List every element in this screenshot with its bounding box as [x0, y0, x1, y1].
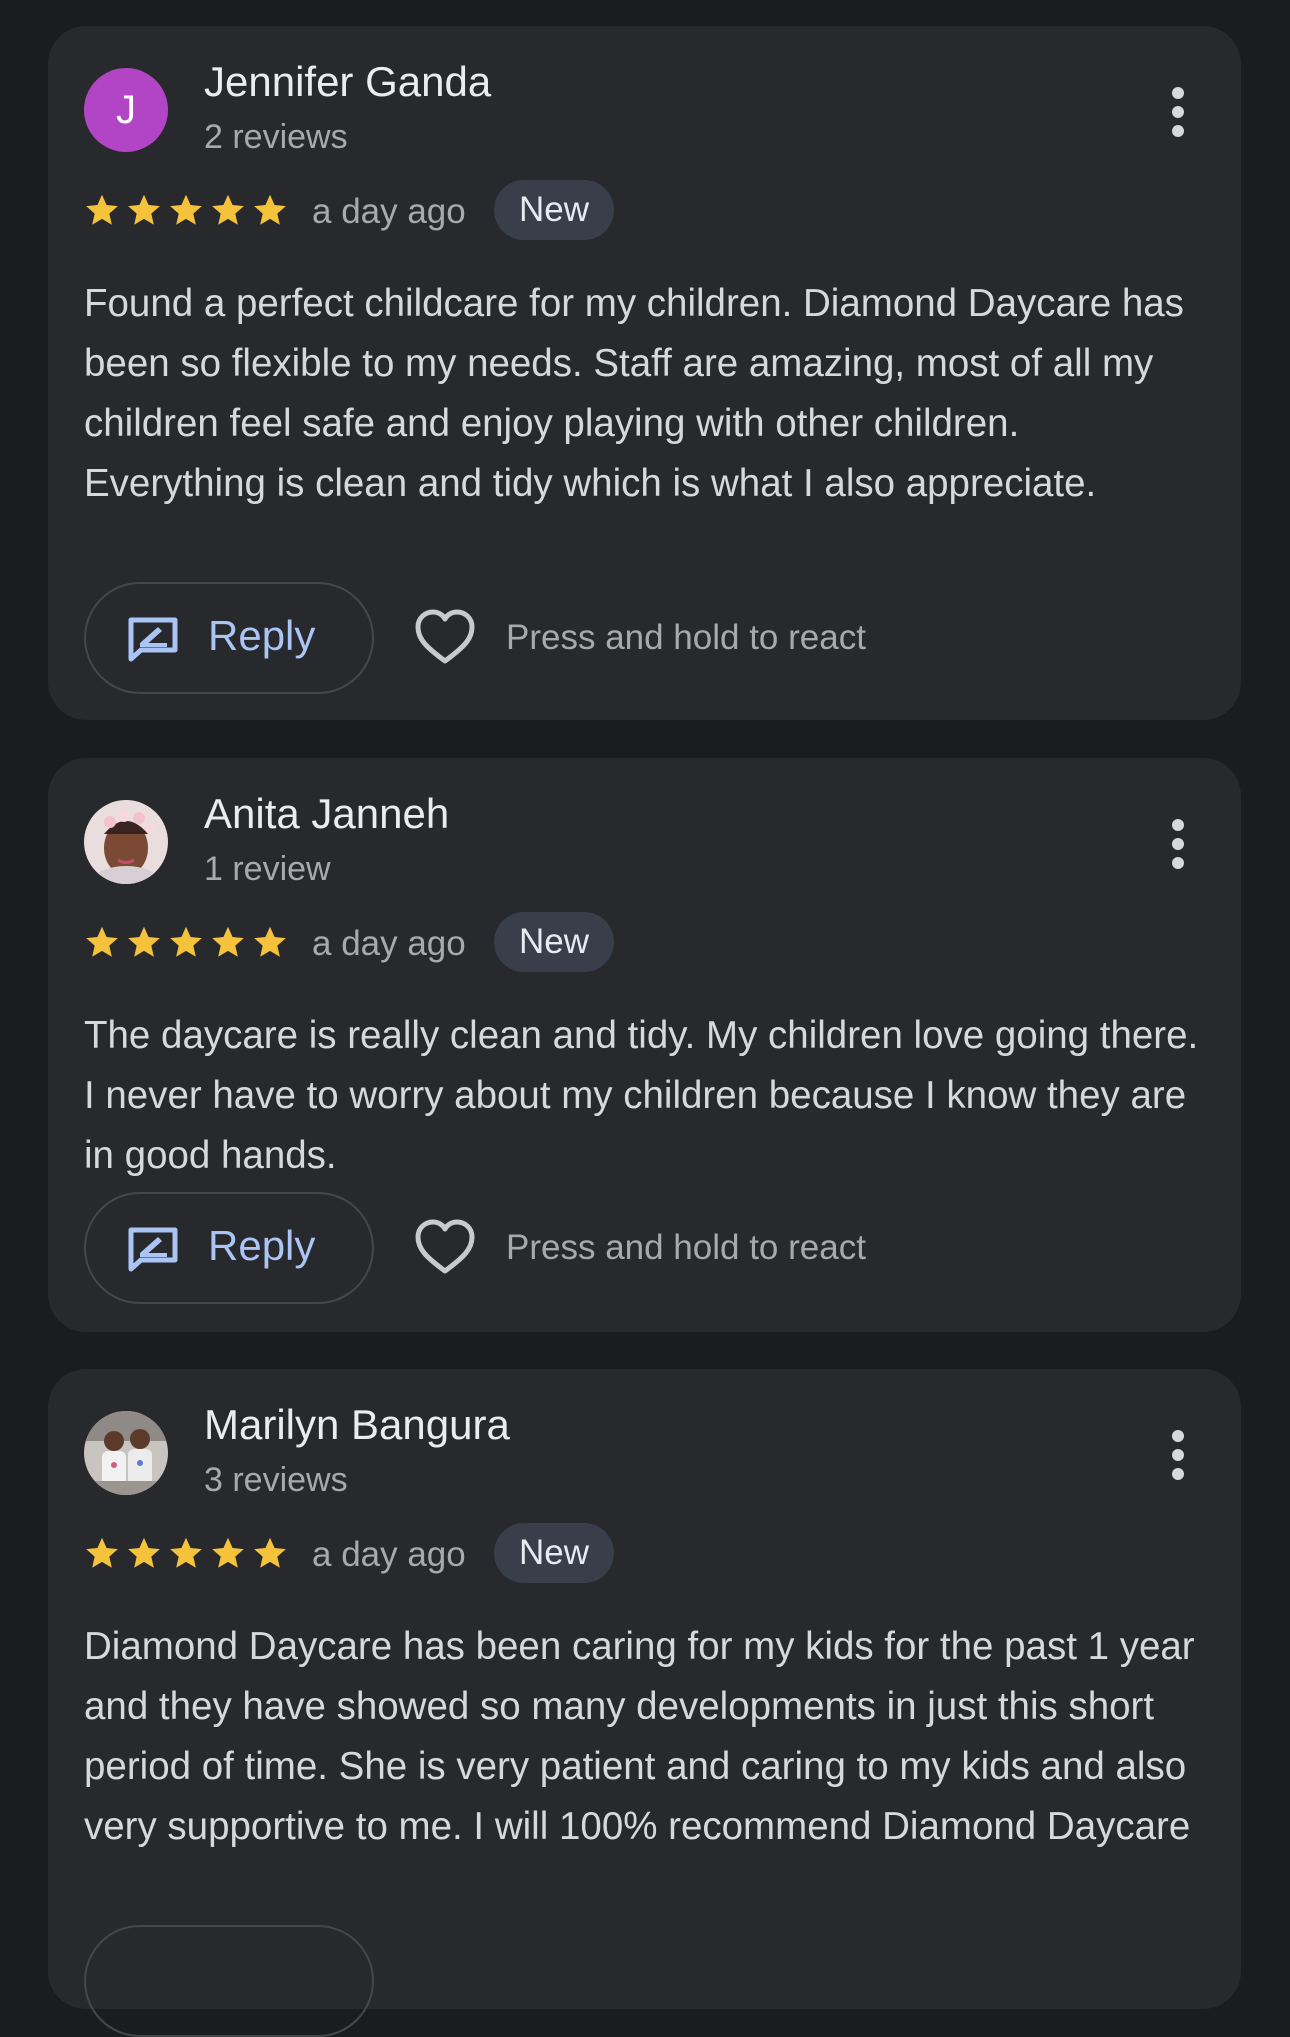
more-vert-icon[interactable]	[1171, 86, 1185, 138]
new-badge: New	[494, 1523, 615, 1583]
review-time: a day ago	[312, 1535, 466, 1574]
new-badge: New	[494, 180, 615, 240]
new-badge: New	[494, 912, 615, 972]
react-hint: Press and hold to react	[506, 1228, 866, 1267]
avatar[interactable]	[84, 800, 168, 884]
reviewer-name[interactable]: Marilyn Bangura	[204, 1401, 510, 1449]
star-rating	[84, 921, 290, 963]
review-card: Marilyn Bangura 3 reviews a day ago New …	[48, 1369, 1241, 2037]
review-time: a day ago	[312, 924, 466, 963]
review-card: Anita Janneh 1 review a day ago New The …	[48, 758, 1241, 1332]
heart-outline-icon[interactable]	[414, 609, 476, 665]
review-count: 3 reviews	[204, 1461, 348, 1499]
review-count: 1 review	[204, 850, 331, 888]
review-card: J Jennifer Ganda 2 reviews a day ago New…	[48, 26, 1241, 720]
more-vert-icon[interactable]	[1171, 1429, 1185, 1481]
reply-message-icon	[127, 616, 179, 662]
heart-outline-icon[interactable]	[414, 1219, 476, 1275]
reviewer-name[interactable]: Jennifer Ganda	[204, 58, 491, 106]
reply-label: Reply	[208, 612, 316, 659]
avatar[interactable]: J	[84, 68, 168, 152]
reply-button[interactable]: Reply	[84, 582, 374, 694]
review-text: The daycare is really clean and tidy. My…	[84, 1014, 1199, 1177]
reply-label: Reply	[208, 1222, 316, 1269]
reviewer-name[interactable]: Anita Janneh	[204, 790, 449, 838]
reply-button[interactable]: Reply	[84, 1192, 374, 1304]
reply-button[interactable]	[84, 1925, 374, 2037]
star-rating	[84, 1532, 290, 1574]
review-time: a day ago	[312, 192, 466, 231]
star-rating	[84, 189, 290, 231]
more-vert-icon[interactable]	[1171, 818, 1185, 870]
react-hint: Press and hold to react	[506, 618, 866, 657]
avatar[interactable]	[84, 1411, 168, 1495]
review-text: Found a perfect childcare for my childre…	[84, 282, 1184, 505]
reply-message-icon	[127, 1226, 179, 1272]
review-count: 2 reviews	[204, 118, 348, 156]
review-text: Diamond Daycare has been caring for my k…	[84, 1625, 1195, 1848]
